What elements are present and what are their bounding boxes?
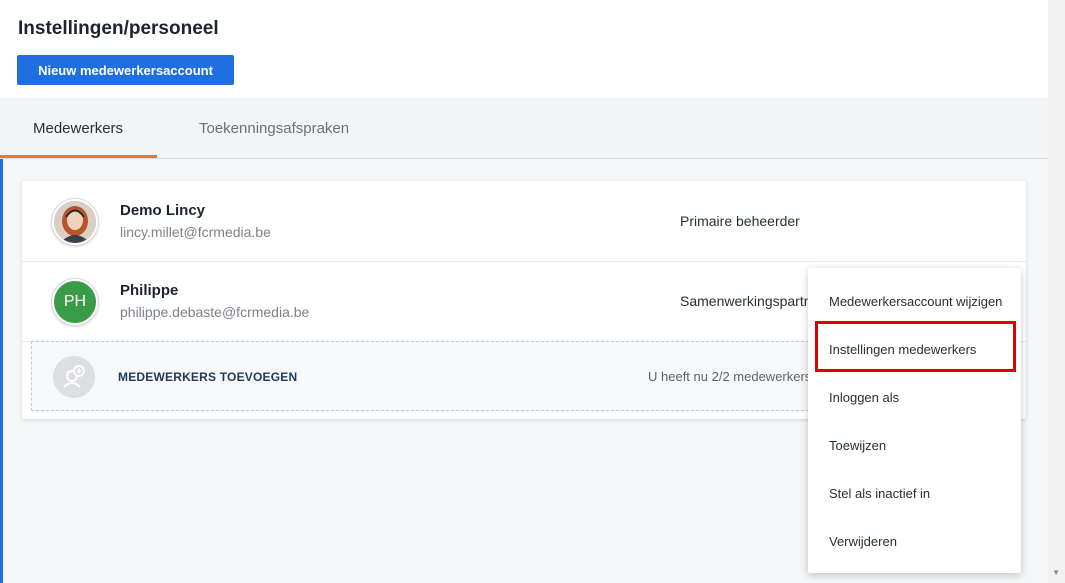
menu-item-edit-account[interactable]: Medewerkersaccount wijzigen xyxy=(808,277,1021,325)
tab-bar: Medewerkers Toekenningsafspraken xyxy=(0,98,1048,159)
avatar: PH xyxy=(52,279,98,325)
employee-email: philippe.debaste@fcrmedia.be xyxy=(120,304,310,320)
tab-medewerkers[interactable]: Medewerkers xyxy=(33,98,123,158)
user-photo-icon xyxy=(54,201,96,243)
employee-name: Demo Lincy xyxy=(120,202,206,219)
employee-email: lincy.millet@fcrmedia.be xyxy=(120,224,271,240)
employee-role: Primaire beheerder xyxy=(680,213,800,229)
add-user-icon xyxy=(53,356,95,398)
tab-toekenningsafspraken[interactable]: Toekenningsafspraken xyxy=(199,98,349,158)
new-employee-account-button[interactable]: Nieuw medewerkersaccount xyxy=(17,55,234,85)
vertical-scrollbar[interactable]: ▼ xyxy=(1048,0,1065,583)
employee-role: Samenwerkingspartner xyxy=(680,293,824,309)
employee-name: Philippe xyxy=(120,282,179,299)
menu-item-login-as[interactable]: Inloggen als xyxy=(808,373,1021,421)
avatar xyxy=(52,199,98,245)
employee-count-text: U heeft nu 2/2 medewerkers xyxy=(648,369,812,384)
employee-context-menu: Medewerkersaccount wijzigen Instellingen… xyxy=(808,268,1021,573)
add-employees-label: MEDEWERKERS TOEVOEGEN xyxy=(118,370,298,384)
menu-item-set-inactive[interactable]: Stel als inactief in xyxy=(808,469,1021,517)
active-tab-indicator xyxy=(0,155,157,158)
page-header: Instellingen/personeel Nieuw medewerkers… xyxy=(0,0,1048,98)
employee-row[interactable]: Demo Lincy lincy.millet@fcrmedia.be Prim… xyxy=(22,181,1026,262)
page-title: Instellingen/personeel xyxy=(18,18,219,39)
menu-item-employee-settings[interactable]: Instellingen medewerkers xyxy=(808,325,1021,373)
menu-item-delete[interactable]: Verwijderen xyxy=(808,517,1021,565)
menu-item-assign[interactable]: Toewijzen xyxy=(808,421,1021,469)
scroll-down-icon[interactable]: ▼ xyxy=(1052,568,1060,577)
